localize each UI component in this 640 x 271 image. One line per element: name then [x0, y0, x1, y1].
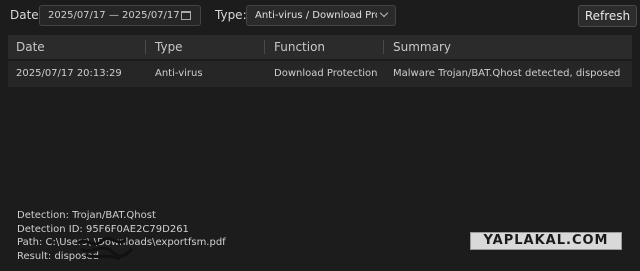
- type-select[interactable]: Anti-virus / Download Protection: [246, 5, 396, 26]
- detail-detection: Detection: Trojan/BAT.Qhost: [17, 210, 156, 221]
- table-header: Date Type Function Summary: [8, 35, 632, 59]
- row-summary: Malware Trojan/BAT.Qhost detected, dispo…: [393, 68, 621, 79]
- date-from[interactable]: 2025/07/17: [48, 10, 106, 21]
- column-summary[interactable]: Summary: [393, 40, 451, 54]
- row-type: Anti-virus: [155, 68, 203, 79]
- refresh-button[interactable]: Refresh: [578, 5, 637, 27]
- column-divider: [383, 40, 384, 54]
- type-select-value: Anti-virus / Download Protection: [255, 10, 377, 21]
- date-to[interactable]: 2025/07/17: [122, 10, 180, 21]
- column-divider: [264, 40, 265, 54]
- row-function: Download Protection: [274, 68, 378, 79]
- watermark-logo: YAPLAKAL.COM: [470, 232, 622, 250]
- calendar-icon[interactable]: [181, 11, 191, 20]
- filter-toolbar: Date: 2025/07/17 — 2025/07/17 Type: Anti…: [0, 0, 640, 32]
- column-function[interactable]: Function: [274, 40, 325, 54]
- type-label: Type:: [215, 8, 247, 22]
- detail-detection-id: Detection ID: 95F6F0AE2C79D261: [17, 223, 189, 235]
- date-label: Date:: [10, 8, 43, 22]
- log-table: Date Type Function Summary 2025/07/17 20…: [8, 35, 632, 87]
- date-range-picker[interactable]: 2025/07/17 — 2025/07/17: [39, 5, 201, 26]
- chevron-down-icon: [379, 8, 389, 18]
- row-date: 2025/07/17 20:13:29: [16, 68, 122, 79]
- table-row[interactable]: 2025/07/17 20:13:29 Anti-virus Download …: [8, 61, 632, 87]
- column-type[interactable]: Type: [155, 40, 183, 54]
- date-separator: —: [109, 10, 119, 21]
- column-divider: [145, 40, 146, 54]
- redaction-scribble: [77, 236, 134, 261]
- column-date[interactable]: Date: [16, 40, 45, 54]
